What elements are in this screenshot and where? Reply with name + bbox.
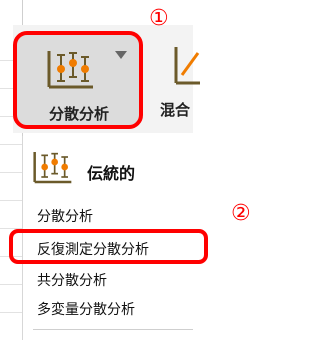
- mixed-model-ribbon-button[interactable]: 混合: [160, 31, 200, 129]
- variance-chart-icon: [33, 152, 72, 184]
- highlight-box: [9, 229, 208, 264]
- anova-button-label: 分散分析: [48, 105, 109, 123]
- anova-ribbon-button[interactable]: 分散分析: [13, 31, 143, 129]
- variance-chart-icon: [47, 51, 93, 89]
- menu-item-manova[interactable]: 多変量分散分析: [37, 299, 135, 319]
- menu-item-anova[interactable]: 分散分析: [37, 206, 93, 226]
- annotation-marker-1: ①: [149, 6, 169, 31]
- menu-item-ancova[interactable]: 共分散分析: [37, 270, 107, 290]
- menu-divider: [33, 329, 193, 330]
- menu-section-header: 伝統的: [87, 164, 136, 183]
- dropdown-caret-icon[interactable]: [115, 51, 127, 59]
- annotation-marker-2: ②: [231, 201, 251, 226]
- mixed-model-button-label: 混合: [160, 101, 191, 119]
- mixed-model-icon: [174, 47, 200, 85]
